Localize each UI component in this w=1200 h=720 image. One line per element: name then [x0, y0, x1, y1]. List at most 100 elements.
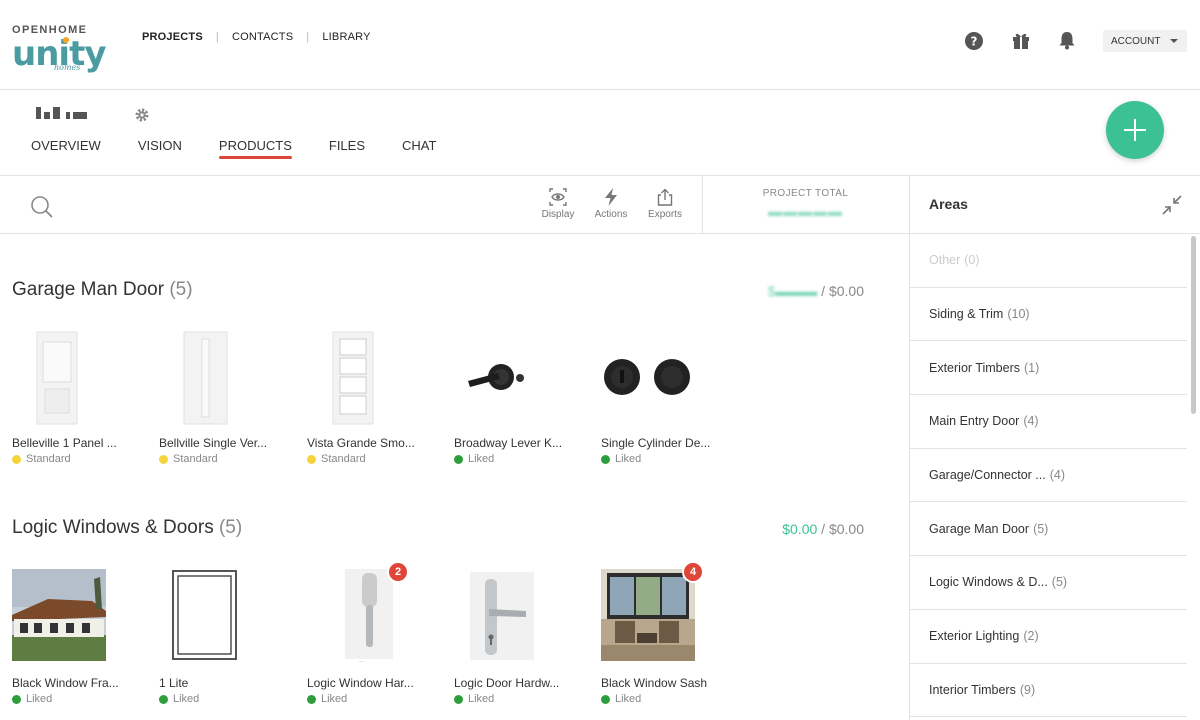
product-status: Standard [12, 453, 142, 465]
display-button[interactable]: Display [533, 188, 583, 220]
area-item-logic-windows[interactable]: Logic Windows & D... (5) [910, 556, 1187, 610]
deadbolt-image [601, 329, 731, 429]
product-card[interactable]: Vista Grande Smo... Standard [307, 329, 437, 465]
area-count: (10) [1007, 307, 1030, 322]
area-item-siding-trim[interactable]: Siding & Trim (10) [910, 288, 1187, 342]
tab-chat[interactable]: CHAT [402, 138, 436, 153]
areas-header: Areas [910, 176, 1200, 234]
area-label: Siding & Trim [929, 307, 1004, 322]
add-button[interactable] [1106, 101, 1164, 159]
account-dropdown[interactable]: ACCOUNT [1103, 30, 1187, 52]
product-card[interactable]: Bellville Single Ver... Standard [159, 329, 289, 465]
help-icon[interactable]: ? [964, 31, 984, 51]
actions-button[interactable]: Actions [586, 188, 636, 220]
areas-scrollbar[interactable] [1191, 236, 1196, 414]
comment-count-badge[interactable]: 4 [682, 561, 704, 583]
product-name: Black Window Fra... [12, 676, 119, 690]
section-total: $0.00 / $0.00 [782, 521, 864, 537]
area-item-garage-man-door[interactable]: Garage Man Door (5) [910, 502, 1187, 557]
product-status: Liked [12, 693, 142, 705]
product-status: Liked [159, 693, 289, 705]
section-total-separator: / [821, 521, 829, 537]
section-name: Garage Man Door [12, 279, 165, 300]
product-card[interactable]: Single Cylinder De... Liked [601, 329, 731, 465]
product-card[interactable]: 4 Black Window Sash Liked [601, 561, 731, 705]
area-label: Logic Windows & D... [929, 575, 1048, 590]
status-dot [307, 694, 316, 704]
area-count: (0) [964, 253, 980, 268]
product-name: Black Window Sash [601, 676, 708, 690]
product-name: 1 Lite [159, 676, 189, 690]
comment-count-badge[interactable]: 2 [387, 561, 409, 583]
area-item-other[interactable]: Other (0) [910, 234, 1187, 288]
door-4lite-image [307, 329, 437, 429]
area-item-exterior-lighting[interactable]: Exterior Lighting (2) [910, 610, 1187, 664]
search-icon[interactable] [30, 195, 54, 219]
exports-button[interactable]: Exports [640, 188, 690, 220]
product-card[interactable]: 1 Lite Liked [159, 569, 289, 705]
section-spent: $0.00 [782, 521, 818, 537]
area-item-main-entry-door[interactable]: Main Entry Door (4) [910, 395, 1187, 449]
tab-overview[interactable]: OVERVIEW [31, 138, 101, 153]
section-title: Logic Windows & Doors (5) [12, 517, 242, 539]
logo[interactable]: OPENHOME unity homes [12, 22, 106, 74]
eye-icon [549, 188, 567, 206]
section-count: (5) [169, 279, 193, 300]
tab-vision[interactable]: VISION [138, 138, 182, 153]
area-item-interior-timbers[interactable]: Interior Timbers (9) [910, 664, 1187, 718]
area-item-garage-connector[interactable]: Garage/Connector ... (4) [910, 449, 1187, 503]
section-total: $▬▬▬ / $0.00 [767, 283, 864, 299]
area-count: (4) [1023, 414, 1039, 429]
project-total-value-redacted: ▬▬▬▬▬ [768, 203, 843, 219]
project-tabs: OVERVIEW VISION PRODUCTS FILES CHAT [31, 138, 473, 159]
areas-panel: Areas Other (0) Siding & Trim (10) Exter… [909, 176, 1200, 720]
section-name: Logic Windows & Doors [12, 517, 214, 538]
status-dot [601, 454, 610, 464]
product-status: Liked [601, 693, 731, 705]
product-card[interactable]: Broadway Lever K... Liked [454, 329, 584, 465]
product-card[interactable]: Logic Door Hardw... Liked [454, 569, 584, 705]
tab-files[interactable]: FILES [329, 138, 365, 153]
door-panel-image [12, 329, 142, 429]
status-dot [307, 454, 316, 464]
status-dot [12, 454, 21, 464]
gift-icon[interactable] [1011, 30, 1031, 50]
gear-icon[interactable] [134, 107, 150, 123]
status-label: Liked [321, 693, 348, 705]
area-count: (4) [1049, 468, 1066, 483]
nav-contacts[interactable]: CONTACTS [232, 31, 293, 43]
product-name: Bellville Single Ver... [159, 436, 268, 450]
product-card[interactable]: Black Window Fra... Liked [12, 569, 142, 705]
house-photo-image [12, 569, 142, 669]
logo-dot [63, 37, 69, 43]
nav-library[interactable]: LIBRARY [322, 31, 370, 43]
area-label: Main Entry Door [929, 414, 1020, 429]
window-handle-image: ··· 2 [307, 561, 437, 669]
area-label: Exterior Timbers [929, 360, 1020, 375]
area-label: Interior Timbers [929, 682, 1016, 697]
area-item-exterior-timbers[interactable]: Exterior Timbers (1) [910, 341, 1187, 396]
bell-icon[interactable] [1057, 30, 1077, 50]
product-card[interactable]: ··· 2 Logic Window Har... Liked [307, 561, 437, 705]
status-label: Standard [321, 453, 366, 465]
svg-text:···: ··· [359, 659, 365, 666]
project-header: OVERVIEW VISION PRODUCTS FILES CHAT [0, 90, 1200, 176]
product-status: Standard [307, 453, 437, 465]
area-label: Garage/Connector ... [929, 468, 1046, 483]
nav-separator: | [215, 31, 219, 43]
product-card[interactable]: Belleville 1 Panel ... Standard [12, 329, 142, 465]
area-label: Other [929, 253, 961, 268]
main-nav: PROJECTS | CONTACTS | LIBRARY [142, 31, 371, 43]
logo-brand-sub: homes [54, 63, 81, 72]
status-label: Liked [26, 693, 53, 705]
section-title: Garage Man Door (5) [12, 279, 193, 301]
status-dot [159, 454, 168, 464]
status-label: Liked [468, 693, 495, 705]
status-label: Liked [615, 693, 642, 705]
section-count: (5) [218, 517, 243, 538]
collapse-icon[interactable] [1161, 194, 1183, 216]
status-label: Standard [26, 453, 71, 465]
lightning-icon [605, 188, 617, 206]
tab-products[interactable]: PRODUCTS [218, 138, 292, 159]
nav-projects[interactable]: PROJECTS [142, 31, 203, 43]
